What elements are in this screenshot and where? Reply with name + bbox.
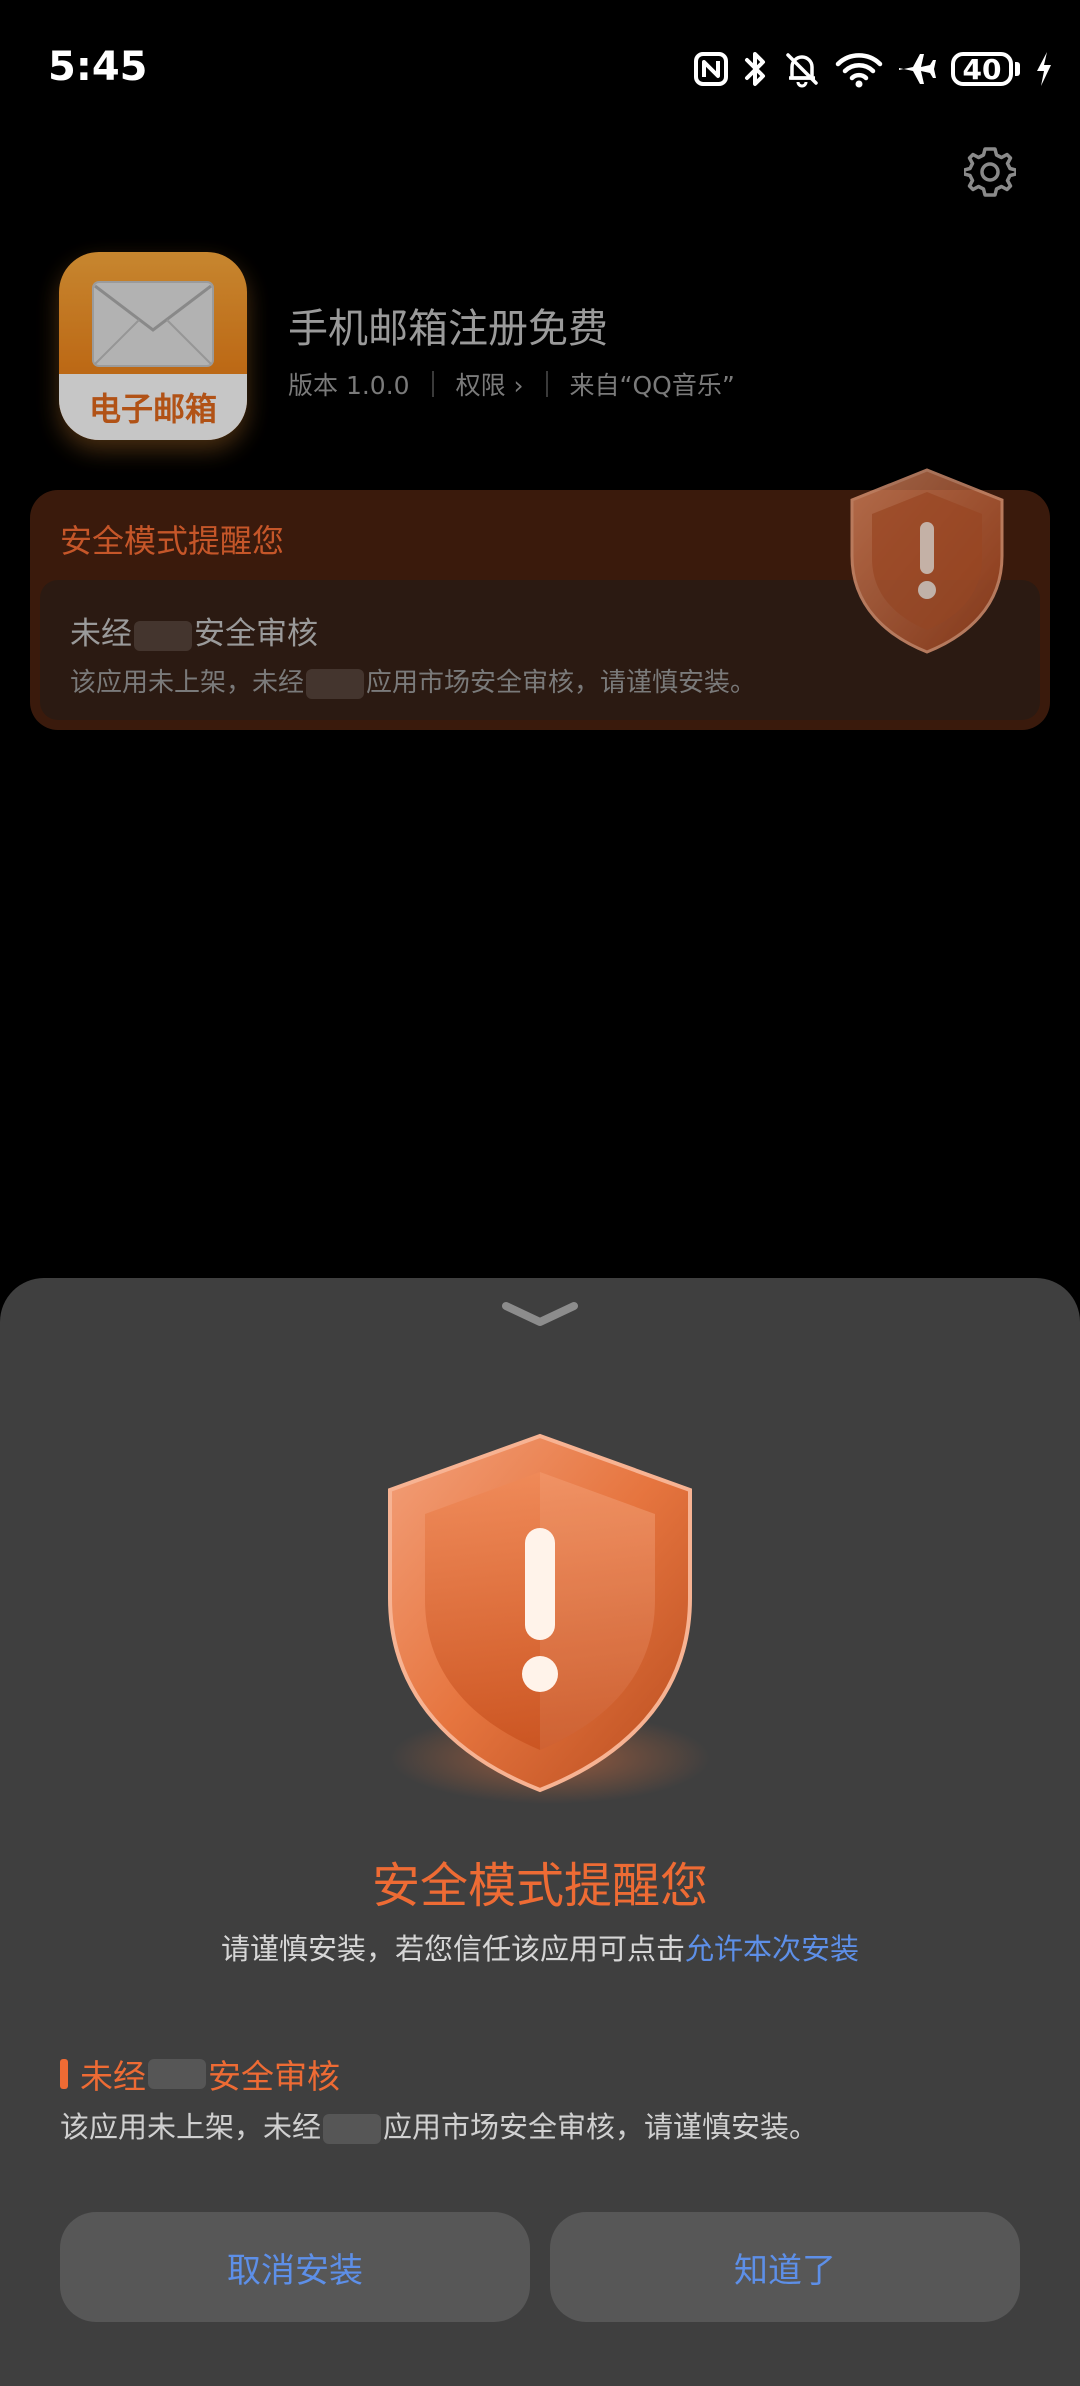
reason-title: 未经 安全审核 [60,2050,340,2098]
warning-card-desc: 该应用未上架，未经 应用市场安全审核，请谨慎安装。 [70,668,757,699]
permissions-label: 权限 [455,371,506,400]
nfc-icon [694,52,728,86]
sheet-title: 安全模式提醒您 [371,1858,708,1914]
cancel-install-button[interactable]: 取消安装 [60,2212,530,2322]
app-source: 来自“QQ音乐” [569,371,735,400]
permissions-link[interactable]: 权限 › [456,366,524,402]
gear-icon[interactable] [964,146,1016,198]
chevron-down-icon[interactable] [500,1298,580,1332]
got-it-button[interactable]: 知道了 [550,2212,1020,2322]
warning-card-reason: 未经 安全审核 [70,616,318,652]
battery-level: 40 [951,52,1013,86]
battery-icon: 40 [951,52,1020,86]
status-icons: 40 [693,44,1054,94]
allow-install-link[interactable]: 允许本次安装 [685,1932,859,1966]
bottom-sheet: 安全模式提醒您 请谨慎安装，若您信任该应用可点击允许本次安装 未经 安全审核 该应… [0,1278,1080,2386]
chevron-right-icon: › [513,371,524,400]
app-name: 手机邮箱注册免费 [288,306,608,352]
charging-icon [1037,52,1051,86]
shield-warning-icon [388,1433,710,1804]
app-icon-label: 电子邮箱 [88,390,217,428]
status-bar: 5:45 40 [0,0,1080,140]
bell-off-icon [786,53,818,88]
envelope-icon [92,281,214,367]
sheet-subtitle: 请谨慎安装，若您信任该应用可点击允许本次安装 [220,1932,860,1966]
app-icon: 电子邮箱 [59,252,247,440]
airplane-icon [899,54,936,84]
bluetooth-icon [745,52,765,86]
app-meta: 版本 1.0.0 权限 › 来自“QQ音乐” [288,366,735,402]
status-time: 5:45 [48,44,148,90]
wifi-icon [835,53,883,88]
app-version: 版本 1.0.0 [288,371,410,400]
shield-warning-icon [850,468,1004,654]
reason-description: 该应用未上架，未经 应用市场安全审核，请谨慎安装。 [60,2110,819,2144]
warning-card-title: 安全模式提醒您 [60,522,285,560]
reason-accent-bar [60,2059,68,2089]
